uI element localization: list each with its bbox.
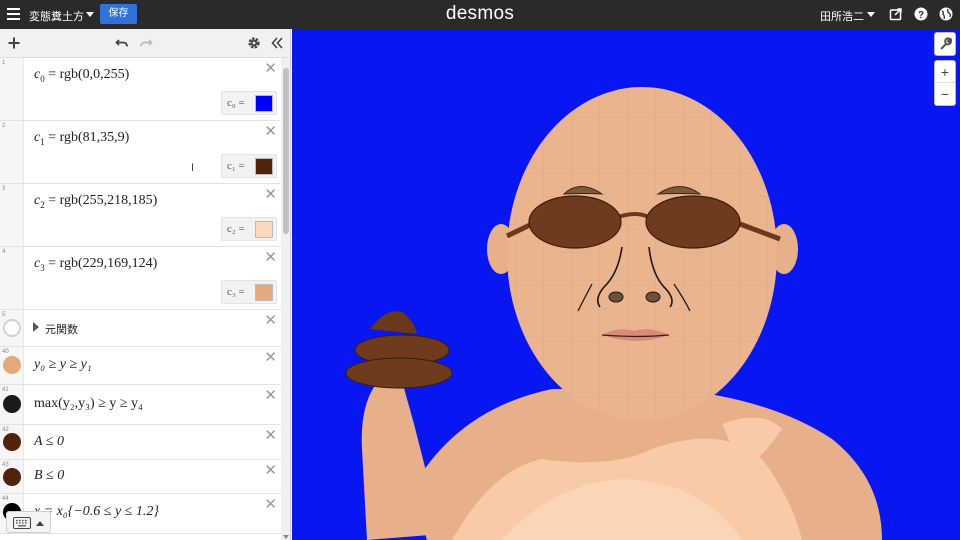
grid-overlay xyxy=(507,87,777,421)
color-swatch-box: c₃ = xyxy=(221,280,277,304)
svg-text:?: ? xyxy=(918,10,924,21)
color-swatch-box: c₁ = xyxy=(221,154,277,178)
scroll-down-arrow-icon[interactable] xyxy=(283,535,289,539)
color-swatch-box: c₂ = xyxy=(221,217,277,241)
poop-bottom-shape xyxy=(345,357,453,389)
expression-index: 44 xyxy=(2,496,9,502)
swatch-label: c₂ = xyxy=(227,223,245,235)
expression-index: 40 xyxy=(2,349,9,355)
globe-icon[interactable] xyxy=(939,7,953,21)
undo-icon[interactable] xyxy=(115,36,129,50)
expression-index: 2 xyxy=(2,123,6,129)
user-menu[interactable]: 田所浩二 xyxy=(820,8,864,24)
expression-index: 42 xyxy=(2,427,9,433)
left-lens-shape xyxy=(528,195,622,249)
right-nostril-shape xyxy=(645,291,661,303)
expression-formula[interactable]: y₀ ≥ y ≥ y₁ xyxy=(34,357,92,373)
expression-scrollbar[interactable] xyxy=(281,58,290,540)
folder-visibility-toggle[interactable] xyxy=(3,319,21,337)
graph-canvas[interactable]: + − xyxy=(292,29,960,540)
color-toggle-icon[interactable] xyxy=(3,395,21,413)
expression-index: 3 xyxy=(2,186,6,192)
color-toggle-icon[interactable] xyxy=(3,356,21,374)
delete-expression-button[interactable]: ✕ xyxy=(264,428,277,443)
delete-expression-button[interactable]: ✕ xyxy=(264,61,277,76)
delete-expression-button[interactable]: ✕ xyxy=(264,250,277,265)
chevron-down-icon[interactable] xyxy=(867,12,875,17)
color-swatch[interactable] xyxy=(255,284,273,301)
right-lens-shape xyxy=(645,195,741,249)
graph-drawing xyxy=(345,87,882,540)
delete-expression-button[interactable]: ✕ xyxy=(264,187,277,202)
expression-formula[interactable]: c1 = rgb(81,35,9) xyxy=(34,130,129,147)
color-toggle-icon[interactable] xyxy=(3,468,21,486)
desmos-logo: desmos xyxy=(445,3,515,24)
delete-expression-button[interactable]: ✕ xyxy=(264,388,277,403)
keyboard-icon xyxy=(13,517,31,529)
expression-index: 1 xyxy=(2,60,6,66)
zoom-out-button[interactable]: − xyxy=(935,83,955,105)
folder-item[interactable]: 5 元関数 ✕ xyxy=(0,310,281,347)
left-nostril-shape xyxy=(608,291,624,303)
scroll-thumb[interactable] xyxy=(283,68,289,234)
swatch-label: c₀ = xyxy=(227,97,245,109)
zoom-controls: + − xyxy=(934,60,956,106)
expression-item[interactable]: 42 A ≤ 0 ✕ xyxy=(0,425,281,460)
text-cursor-icon: I xyxy=(191,162,195,174)
poop-top-shape xyxy=(370,311,417,334)
delete-expression-button[interactable]: ✕ xyxy=(264,497,277,512)
graph-settings-button[interactable] xyxy=(934,32,956,56)
expression-index: 5 xyxy=(2,312,6,318)
color-swatch[interactable] xyxy=(255,221,273,238)
expression-formula[interactable]: c2 = rgb(255,218,185) xyxy=(34,193,157,210)
color-swatch[interactable] xyxy=(255,95,273,112)
gear-icon[interactable] xyxy=(247,36,261,50)
expression-item[interactable]: 40 y₀ ≥ y ≥ y₁ ✕ xyxy=(0,347,281,385)
expression-index: 4 xyxy=(2,249,6,255)
plus-icon[interactable] xyxy=(7,36,21,50)
expression-formula[interactable]: x = x₀{−0.6 ≤ y ≤ 1.2} xyxy=(34,504,159,520)
double-chevron-left-icon[interactable] xyxy=(270,36,284,50)
redo-icon[interactable] xyxy=(139,36,153,50)
expression-panel: 1 c0 = rgb(0,0,255) ✕ c₀ = 2 c1 = rgb(81… xyxy=(0,29,291,540)
keyboard-toggle-button[interactable] xyxy=(6,511,51,533)
expression-formula[interactable]: max(y₂,y₃) ≥ y ≥ y₄ xyxy=(34,396,143,412)
expression-item[interactable]: 41 max(y₂,y₃) ≥ y ≥ y₄ ✕ xyxy=(0,385,281,425)
share-icon[interactable] xyxy=(889,7,903,21)
delete-expression-button[interactable]: ✕ xyxy=(264,463,277,478)
color-swatch-box: c₀ = xyxy=(221,91,277,115)
expression-formula[interactable]: B ≤ 0 xyxy=(34,468,64,484)
expression-toolbar xyxy=(0,29,290,58)
delete-expression-button[interactable]: ✕ xyxy=(264,124,277,139)
help-icon[interactable]: ? xyxy=(914,7,928,21)
zoom-in-button[interactable]: + xyxy=(935,61,955,83)
chevron-up-icon xyxy=(36,521,44,526)
color-toggle-icon[interactable] xyxy=(3,433,21,451)
delete-expression-button[interactable]: ✕ xyxy=(264,313,277,328)
expression-item[interactable]: 4 c3 = rgb(229,169,124) ✕ c₃ = xyxy=(0,247,281,310)
expression-index: 41 xyxy=(2,387,9,393)
expression-list: 1 c0 = rgb(0,0,255) ✕ c₀ = 2 c1 = rgb(81… xyxy=(0,58,281,534)
expression-item[interactable]: 43 B ≤ 0 ✕ xyxy=(0,460,281,494)
folder-label: 元関数 xyxy=(45,324,78,336)
top-header: 変態糞土方 保存 desmos 田所浩二 ? xyxy=(0,0,960,29)
expression-item[interactable]: 1 c0 = rgb(0,0,255) ✕ c₀ = xyxy=(0,58,281,121)
swatch-label: c₁ = xyxy=(227,160,245,172)
wrench-icon xyxy=(940,37,952,50)
delete-expression-button[interactable]: ✕ xyxy=(264,350,277,365)
expression-item[interactable]: 3 c2 = rgb(255,218,185) ✕ c₂ = xyxy=(0,184,281,247)
expression-index: 43 xyxy=(2,462,9,468)
expression-formula[interactable]: A ≤ 0 xyxy=(34,434,64,450)
color-swatch[interactable] xyxy=(255,158,273,175)
expand-arrow-icon[interactable] xyxy=(33,322,39,332)
expression-item[interactable]: 2 c1 = rgb(81,35,9) ✕ c₁ = xyxy=(0,121,281,184)
expression-formula[interactable]: c0 = rgb(0,0,255) xyxy=(34,67,129,84)
swatch-label: c₃ = xyxy=(227,286,245,298)
expression-formula[interactable]: c3 = rgb(229,169,124) xyxy=(34,256,157,273)
